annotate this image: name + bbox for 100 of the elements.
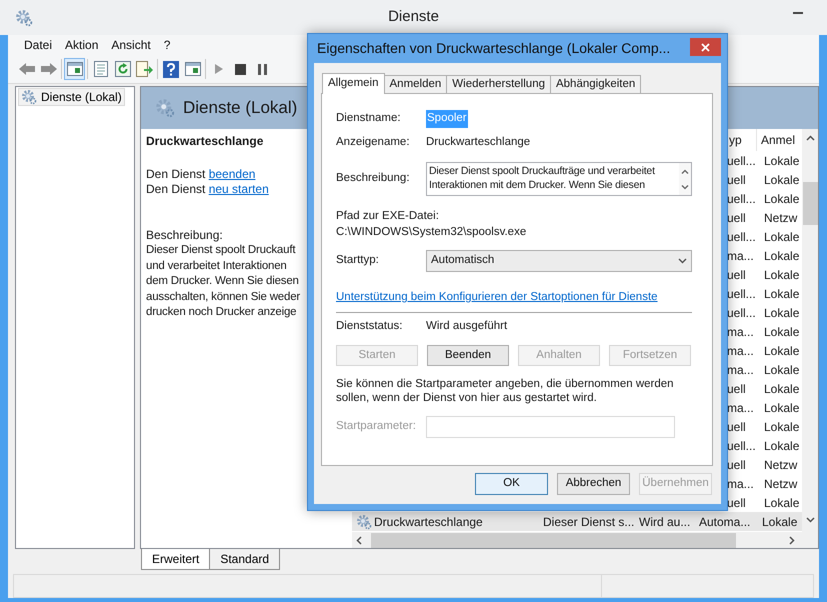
table-cell-text: Lokale	[761, 514, 798, 530]
help-link[interactable]: Unterstützung beim Konfigurieren der Startoptionen für Dienste	[336, 291, 658, 303]
table-cell-text: uell...	[727, 286, 757, 302]
dialog-tab[interactable]: Allgemein	[322, 73, 384, 94]
table-cell-text: uell...	[727, 304, 757, 322]
table-cell-text: Dieser Dienst s...	[542, 514, 636, 530]
dialog-title: Eigenschaften von Druckwarteschlange (Lokaler Comp...	[316, 39, 670, 58]
table-cell-text: uell...	[727, 438, 757, 454]
scroll-right-icon	[789, 536, 795, 544]
scroll-down-icon	[681, 184, 689, 190]
description-line: drucken noch Drucker anzeige	[146, 305, 298, 320]
table-cell-text: Lokale	[763, 152, 800, 170]
vertical-scrollbar[interactable]	[802, 129, 818, 532]
menu-item[interactable]: ?	[164, 36, 170, 54]
table-cell-text: Lokale	[763, 228, 800, 246]
stop-icon	[235, 64, 246, 74]
table-cell-text: ma...	[727, 324, 755, 340]
field-label: Anzeigename:	[336, 135, 411, 150]
table-cell-text: ma...	[727, 342, 755, 360]
table-cell-text: Lokale	[763, 438, 800, 454]
table-cell-text: Lokale	[763, 362, 800, 378]
close-icon	[701, 42, 710, 52]
table-cell-text: Automa...	[698, 514, 752, 530]
table-cell-text: uell...	[727, 228, 757, 246]
description-line: Dieser Dienst spoolt Druckauft	[146, 243, 296, 258]
scroll-down-icon	[806, 517, 814, 523]
dialog-tab[interactable]: Abhängigkeiten	[550, 75, 642, 93]
help-button[interactable]	[160, 58, 181, 80]
status-value: Wird ausgeführt	[426, 319, 508, 334]
table-cell-text: Druckwarteschlange	[374, 514, 483, 530]
panel-icon	[66, 62, 82, 76]
service-button[interactable]: Beenden	[427, 345, 509, 366]
table-cell-text: Netzw	[763, 476, 798, 492]
back-arrow-icon	[18, 62, 36, 76]
forward-arrow-icon	[40, 62, 58, 76]
action-link[interactable]: neu starten	[208, 182, 269, 196]
dialog-button[interactable]: Abbrechen	[557, 473, 630, 495]
table-cell-text: uell...	[727, 190, 757, 208]
refresh-icon	[114, 61, 130, 77]
action-link[interactable]: beenden	[208, 166, 256, 180]
column-header[interactable]: Anmel	[757, 129, 802, 151]
description-line: dem Drucker. Wenn Sie diesen	[146, 274, 300, 289]
table-cell-text: Netzw	[763, 456, 798, 474]
window-title: Dienste	[388, 7, 439, 28]
scroll-thumb[interactable]	[802, 182, 818, 225]
table-cell-text: uell...	[727, 152, 757, 170]
table-cell-text: Lokale	[763, 494, 800, 512]
gear-icon	[155, 98, 175, 118]
exe-path-value: C:\WINDOWS\System32\spoolsv.exe	[336, 225, 528, 240]
panel-icon	[184, 62, 200, 76]
export-button[interactable]	[134, 58, 155, 80]
description-field[interactable]: Dieser Dienst spoolt Druckaufträge und verarbeitet Interaktionen mit dem Drucker. Wenn Sie diesen	[426, 162, 692, 196]
table-cell-text: Wird au...	[638, 514, 692, 530]
gear-icon	[21, 89, 37, 105]
view-tab[interactable]: Standard	[210, 549, 280, 570]
field-label: Beschreibung:	[336, 171, 411, 186]
start-type-dropdown[interactable]: Automatisch	[426, 250, 692, 272]
list-row[interactable]: Druckwarteschlange Dieser Dienst s... Wird au... Automa... Lokale	[352, 512, 802, 531]
minimize-icon	[793, 12, 803, 14]
console-tree-button[interactable]	[64, 58, 85, 80]
horizontal-scrollbar[interactable]	[352, 532, 802, 548]
scroll-thumb[interactable]	[371, 532, 736, 548]
help-icon	[162, 60, 178, 78]
menu-item[interactable]: Aktion	[65, 36, 98, 54]
field-label: Pfad zur EXE-Datei:	[336, 209, 440, 224]
table-cell-text: uell	[727, 210, 747, 226]
table-cell-text: Lokale	[763, 380, 800, 398]
scroll-up-icon	[681, 168, 689, 174]
field-label: Starttyp:	[336, 253, 380, 268]
table-cell-text: ma...	[727, 400, 755, 416]
table-cell-text: uell	[727, 494, 747, 512]
table-cell-text: ma...	[727, 362, 755, 378]
panel-title: Dienste (Lokal)	[183, 97, 298, 120]
table-cell-text: uell	[727, 266, 747, 284]
table-cell-text: uell	[727, 172, 747, 188]
field-label: Startparameter:	[336, 419, 417, 434]
menu-item[interactable]: Ansicht	[111, 36, 151, 54]
table-cell-text: ma...	[727, 476, 755, 492]
tree-item[interactable]: Dienste (Lokal)	[18, 88, 125, 106]
dialog-button[interactable]: OK	[475, 473, 548, 495]
refresh-button[interactable]	[112, 58, 133, 80]
sheet-icon	[94, 61, 108, 77]
table-cell-text: Lokale	[763, 342, 800, 360]
pause-icon	[258, 64, 268, 74]
menu-item[interactable]: Datei	[24, 36, 52, 54]
field-label: Dienststatus:	[336, 319, 404, 334]
view-tab[interactable]: Erweitert	[141, 549, 210, 570]
start-params-note: Sie können die Startparameter angeben, die übernommen werden sollen, wenn der Dienst von hier aus gestartet wird.	[336, 377, 675, 405]
table-cell-text: Lokale	[763, 324, 800, 340]
table-cell-text: Lokale	[763, 286, 800, 302]
field-label: Dienstname:	[336, 111, 402, 126]
column-header[interactable]: yp	[729, 129, 757, 151]
table-cell-text: Lokale	[763, 418, 800, 436]
tree-item-label: Dienste (Lokal)	[41, 89, 122, 106]
table-cell-text: Netzw	[763, 210, 798, 226]
table-cell-text: Lokale	[763, 266, 800, 284]
display-name-value: Druckwarteschlange	[426, 135, 530, 150]
scroll-left-icon	[356, 536, 362, 544]
table-cell-text: Lokale	[763, 248, 800, 264]
close-button[interactable]	[690, 38, 721, 56]
